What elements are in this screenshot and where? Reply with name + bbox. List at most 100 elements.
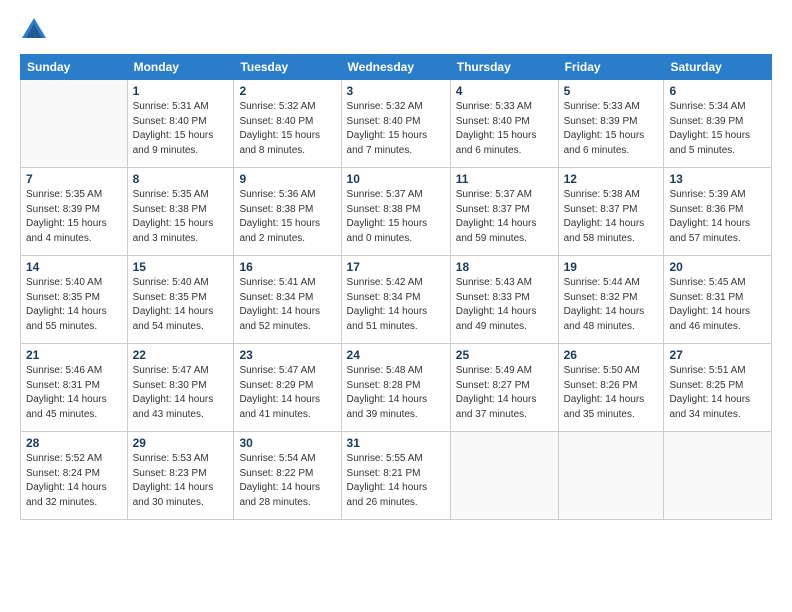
calendar-cell: 21Sunrise: 5:46 AMSunset: 8:31 PMDayligh… <box>21 344 128 432</box>
weekday-header-monday: Monday <box>127 55 234 80</box>
day-info: Sunrise: 5:53 AMSunset: 8:23 PMDaylight:… <box>133 452 229 510</box>
day-number: 19 <box>564 260 659 274</box>
day-info: Sunrise: 5:37 AMSunset: 8:37 PMDaylight:… <box>456 188 553 246</box>
day-info: Sunrise: 5:49 AMSunset: 8:27 PMDaylight:… <box>456 364 553 422</box>
calendar-cell <box>664 432 772 520</box>
calendar-cell: 5 Sunrise: 5:33 AMSunset: 8:39 PMDaylight… <box>558 80 664 168</box>
day-number: 27 <box>669 348 766 362</box>
week-row-4: 21Sunrise: 5:46 AMSunset: 8:31 PMDayligh… <box>21 344 772 432</box>
day-number: 17 <box>347 260 445 274</box>
day-info: Sunrise: 5:47 AMSunset: 8:29 PMDaylight:… <box>239 364 335 422</box>
page: SundayMondayTuesdayWednesdayThursdayFrid… <box>0 0 792 530</box>
calendar-cell: 19Sunrise: 5:44 AMSunset: 8:32 PMDayligh… <box>558 256 664 344</box>
day-number: 20 <box>669 260 766 274</box>
day-number: 22 <box>133 348 229 362</box>
calendar-cell: 3Sunrise: 5:32 AMSunset: 8:40 PMDaylight… <box>341 80 450 168</box>
calendar-cell: 22 Sunrise: 5:47 AMSunset: 8:30 PMDayligh… <box>127 344 234 432</box>
day-number: 11 <box>456 172 553 186</box>
day-number: 14 <box>26 260 122 274</box>
logo <box>20 16 50 44</box>
weekday-header-row: SundayMondayTuesdayWednesdayThursdayFrid… <box>21 55 772 80</box>
calendar-cell: 14 Sunrise: 5:40 AMSunset: 8:35 PMDayligh… <box>21 256 128 344</box>
day-number: 23 <box>239 348 335 362</box>
day-info: Sunrise: 5:54 AMSunset: 8:22 PMDaylight:… <box>239 452 335 510</box>
day-info: Sunrise: 5:37 AMSunset: 8:38 PMDaylight:… <box>347 188 445 246</box>
week-row-5: 28 Sunrise: 5:52 AMSunset: 8:24 PMDayligh… <box>21 432 772 520</box>
day-number: 12 <box>564 172 659 186</box>
calendar-cell: 25 Sunrise: 5:49 AMSunset: 8:27 PMDayligh… <box>450 344 558 432</box>
calendar-cell: 28 Sunrise: 5:52 AMSunset: 8:24 PMDayligh… <box>21 432 128 520</box>
day-info: Sunrise: 5:40 AMSunset: 8:35 PMDaylight:… <box>26 276 122 334</box>
day-number: 30 <box>239 436 335 450</box>
calendar-cell: 31Sunrise: 5:55 AMSunset: 8:21 PMDayligh… <box>341 432 450 520</box>
day-info: Sunrise: 5:31 AMSunset: 8:40 PMDaylight:… <box>133 100 229 158</box>
day-number: 7 <box>26 172 122 186</box>
calendar-cell: 30 Sunrise: 5:54 AMSunset: 8:22 PMDayligh… <box>234 432 341 520</box>
day-number: 2 <box>239 84 335 98</box>
calendar-cell <box>21 80 128 168</box>
day-info: Sunrise: 5:45 AMSunset: 8:31 PMDaylight:… <box>669 276 766 334</box>
header <box>20 16 772 44</box>
day-info: Sunrise: 5:36 AMSunset: 8:38 PMDaylight:… <box>239 188 335 246</box>
calendar-cell: 4 Sunrise: 5:33 AMSunset: 8:40 PMDaylight… <box>450 80 558 168</box>
weekday-header-thursday: Thursday <box>450 55 558 80</box>
day-number: 29 <box>133 436 229 450</box>
day-number: 4 <box>456 84 553 98</box>
day-info: Sunrise: 5:33 AMSunset: 8:40 PMDaylight:… <box>456 100 553 158</box>
day-number: 16 <box>239 260 335 274</box>
day-number: 24 <box>347 348 445 362</box>
day-number: 8 <box>133 172 229 186</box>
weekday-header-friday: Friday <box>558 55 664 80</box>
day-number: 28 <box>26 436 122 450</box>
logo-icon <box>20 16 48 44</box>
day-info: Sunrise: 5:48 AMSunset: 8:28 PMDaylight:… <box>347 364 445 422</box>
calendar-cell: 2 Sunrise: 5:32 AMSunset: 8:40 PMDaylight… <box>234 80 341 168</box>
calendar-cell: 16 Sunrise: 5:41 AMSunset: 8:34 PMDayligh… <box>234 256 341 344</box>
week-row-1: 1 Sunrise: 5:31 AMSunset: 8:40 PMDaylight… <box>21 80 772 168</box>
day-number: 5 <box>564 84 659 98</box>
day-number: 3 <box>347 84 445 98</box>
calendar-cell: 15Sunrise: 5:40 AMSunset: 8:35 PMDayligh… <box>127 256 234 344</box>
calendar-cell <box>558 432 664 520</box>
day-info: Sunrise: 5:34 AMSunset: 8:39 PMDaylight:… <box>669 100 766 158</box>
calendar-cell <box>450 432 558 520</box>
calendar-cell: 27 Sunrise: 5:51 AMSunset: 8:25 PMDayligh… <box>664 344 772 432</box>
calendar-cell: 26 Sunrise: 5:50 AMSunset: 8:26 PMDayligh… <box>558 344 664 432</box>
day-info: Sunrise: 5:42 AMSunset: 8:34 PMDaylight:… <box>347 276 445 334</box>
calendar-cell: 23 Sunrise: 5:47 AMSunset: 8:29 PMDayligh… <box>234 344 341 432</box>
day-info: Sunrise: 5:50 AMSunset: 8:26 PMDaylight:… <box>564 364 659 422</box>
day-info: Sunrise: 5:41 AMSunset: 8:34 PMDaylight:… <box>239 276 335 334</box>
day-number: 6 <box>669 84 766 98</box>
week-row-3: 14 Sunrise: 5:40 AMSunset: 8:35 PMDayligh… <box>21 256 772 344</box>
calendar-cell: 18Sunrise: 5:43 AMSunset: 8:33 PMDayligh… <box>450 256 558 344</box>
day-info: Sunrise: 5:35 AMSunset: 8:39 PMDaylight:… <box>26 188 122 246</box>
day-info: Sunrise: 5:33 AMSunset: 8:39 PMDaylight:… <box>564 100 659 158</box>
calendar-cell: 6 Sunrise: 5:34 AMSunset: 8:39 PMDaylight… <box>664 80 772 168</box>
day-number: 18 <box>456 260 553 274</box>
weekday-header-sunday: Sunday <box>21 55 128 80</box>
calendar-table: SundayMondayTuesdayWednesdayThursdayFrid… <box>20 54 772 520</box>
day-info: Sunrise: 5:51 AMSunset: 8:25 PMDaylight:… <box>669 364 766 422</box>
day-info: Sunrise: 5:39 AMSunset: 8:36 PMDaylight:… <box>669 188 766 246</box>
calendar-cell: 12 Sunrise: 5:38 AMSunset: 8:37 PMDayligh… <box>558 168 664 256</box>
calendar-cell: 29 Sunrise: 5:53 AMSunset: 8:23 PMDayligh… <box>127 432 234 520</box>
day-number: 15 <box>133 260 229 274</box>
day-info: Sunrise: 5:52 AMSunset: 8:24 PMDaylight:… <box>26 452 122 510</box>
weekday-header-tuesday: Tuesday <box>234 55 341 80</box>
day-number: 13 <box>669 172 766 186</box>
day-info: Sunrise: 5:38 AMSunset: 8:37 PMDaylight:… <box>564 188 659 246</box>
day-number: 26 <box>564 348 659 362</box>
day-info: Sunrise: 5:35 AMSunset: 8:38 PMDaylight:… <box>133 188 229 246</box>
weekday-header-saturday: Saturday <box>664 55 772 80</box>
calendar-cell: 13 Sunrise: 5:39 AMSunset: 8:36 PMDayligh… <box>664 168 772 256</box>
day-info: Sunrise: 5:46 AMSunset: 8:31 PMDaylight:… <box>26 364 122 422</box>
week-row-2: 7 Sunrise: 5:35 AMSunset: 8:39 PMDaylight… <box>21 168 772 256</box>
calendar-cell: 20 Sunrise: 5:45 AMSunset: 8:31 PMDayligh… <box>664 256 772 344</box>
calendar-cell: 9Sunrise: 5:36 AMSunset: 8:38 PMDaylight… <box>234 168 341 256</box>
day-info: Sunrise: 5:55 AMSunset: 8:21 PMDaylight:… <box>347 452 445 510</box>
day-info: Sunrise: 5:32 AMSunset: 8:40 PMDaylight:… <box>239 100 335 158</box>
day-info: Sunrise: 5:47 AMSunset: 8:30 PMDaylight:… <box>133 364 229 422</box>
calendar-cell: 11 Sunrise: 5:37 AMSunset: 8:37 PMDayligh… <box>450 168 558 256</box>
day-number: 1 <box>133 84 229 98</box>
day-number: 25 <box>456 348 553 362</box>
